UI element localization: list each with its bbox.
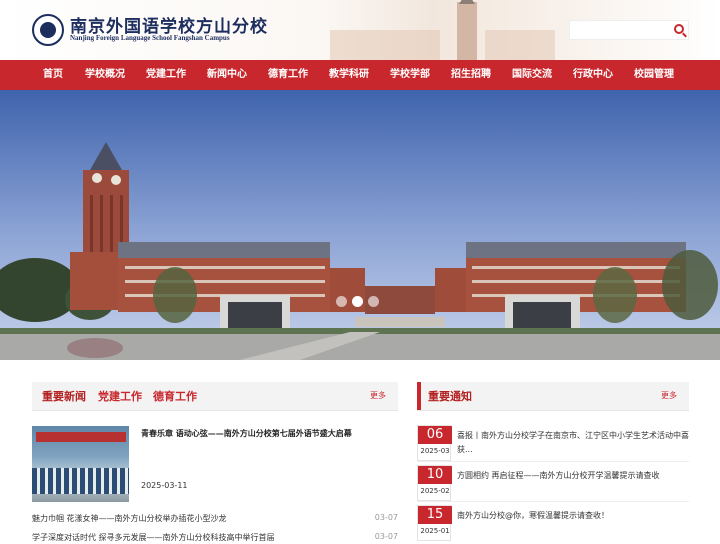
notice-title[interactable]: 南外方山分校@你，寒假温馨提示请查收！ [457, 509, 689, 523]
featured-image-people [32, 468, 129, 494]
notice-item[interactable]: 06 2025-03 喜报丨南外方山分校学子在南京市、江宁区中小学生艺术活动中喜… [417, 425, 689, 463]
notice-day: 15 [418, 506, 452, 524]
slider-dot-1[interactable] [336, 296, 347, 307]
school-name-en: Nanjing Foreign Language School Fangshan… [70, 34, 230, 42]
notice-divider [417, 501, 689, 502]
campus-banner[interactable] [0, 90, 720, 360]
news-item-title[interactable]: 魅力巾帼 花漾女神——南外方山分校举办插花小型沙龙 [32, 513, 362, 524]
notice-year-month: 2025-03 [420, 447, 450, 455]
notice-day: 10 [418, 466, 452, 484]
search-input[interactable] [569, 20, 689, 40]
school-emblem-icon[interactable] [32, 14, 64, 46]
nav-item-teaching[interactable]: 教学科研 [328, 60, 370, 90]
notice-more-link[interactable]: 更多 [661, 390, 677, 401]
nav-item-admin[interactable]: 行政中心 [572, 60, 614, 90]
header-clock-tower-decoration [457, 0, 477, 60]
featured-news-image[interactable] [32, 426, 129, 502]
nav-item-moral[interactable]: 德育工作 [267, 60, 309, 90]
notice-day: 06 [418, 426, 452, 444]
nav-item-home[interactable]: 首页 [33, 60, 73, 90]
notice-date-box: 15 2025-01 [417, 505, 452, 541]
list-item[interactable]: 学子深度对话时代 探寻多元发展——南外方山分校科技高中举行首届 03-07 [32, 532, 398, 544]
notice-year-month: 2025-01 [420, 527, 450, 535]
tab-moral-education[interactable]: 德育工作 [153, 388, 197, 404]
news-panel-header: 重要新闻 党建工作 德育工作 更多 [32, 382, 398, 411]
news-item-title[interactable]: 学子深度对话时代 探寻多元发展——南外方山分校科技高中举行首届 [32, 532, 362, 543]
news-item-date: 03-07 [374, 513, 398, 522]
nav-item-about[interactable]: 学校概况 [84, 60, 126, 90]
tab-important-news[interactable]: 重要新闻 [42, 388, 86, 404]
list-item[interactable]: 魅力巾帼 花漾女神——南外方山分校举办插花小型沙龙 03-07 [32, 513, 398, 525]
notice-panel-title: 重要通知 [428, 390, 472, 403]
nav-item-party[interactable]: 党建工作 [145, 60, 187, 90]
nav-item-divisions[interactable]: 学校学部 [389, 60, 431, 90]
notice-item[interactable]: 10 2025-02 方圆相约 再启征程——南外方山分校开学温馨提示请查收 [417, 465, 689, 503]
featured-image-banner [36, 432, 126, 442]
featured-news-date: 2025-03-11 [141, 481, 188, 490]
nav-item-international[interactable]: 国际交流 [511, 60, 553, 90]
notice-title[interactable]: 喜报丨南外方山分校学子在南京市、江宁区中小学生艺术活动中喜获... [457, 429, 689, 457]
notice-divider [417, 461, 689, 462]
main-nav: 首页 学校概况 党建工作 新闻中心 德育工作 教学科研 学校学部 招生招聘 国际… [0, 60, 720, 90]
slider-dot-2[interactable] [352, 296, 363, 307]
featured-news-title[interactable]: 青春乐章 语动心弦——南外方山分校第七届外语节盛大启幕 [141, 428, 391, 439]
notice-date-box: 06 2025-03 [417, 425, 452, 461]
notice-header-accent [417, 382, 421, 410]
site-header: 南京外国语学校方山分校 Nanjing Foreign Language Sch… [0, 0, 720, 60]
tab-party-work[interactable]: 党建工作 [98, 388, 142, 404]
notice-year-month: 2025-02 [420, 487, 450, 495]
notice-date-box: 10 2025-02 [417, 465, 452, 501]
notice-title[interactable]: 方圆相约 再启征程——南外方山分校开学温馨提示请查收 [457, 469, 689, 483]
nav-item-admissions[interactable]: 招生招聘 [450, 60, 492, 90]
slider-dot-3[interactable] [368, 296, 379, 307]
news-more-link[interactable]: 更多 [370, 390, 386, 401]
header-building-decoration [330, 30, 440, 60]
notice-item[interactable]: 15 2025-01 南外方山分校@你，寒假温馨提示请查收！ [417, 505, 689, 543]
nav-item-news[interactable]: 新闻中心 [206, 60, 248, 90]
nav-item-campus[interactable]: 校园管理 [633, 60, 675, 90]
campus-photo [0, 90, 720, 360]
notice-panel-header: 重要通知 更多 [417, 382, 689, 411]
search-icon[interactable] [674, 24, 684, 34]
header-building-decoration-2 [485, 30, 555, 60]
